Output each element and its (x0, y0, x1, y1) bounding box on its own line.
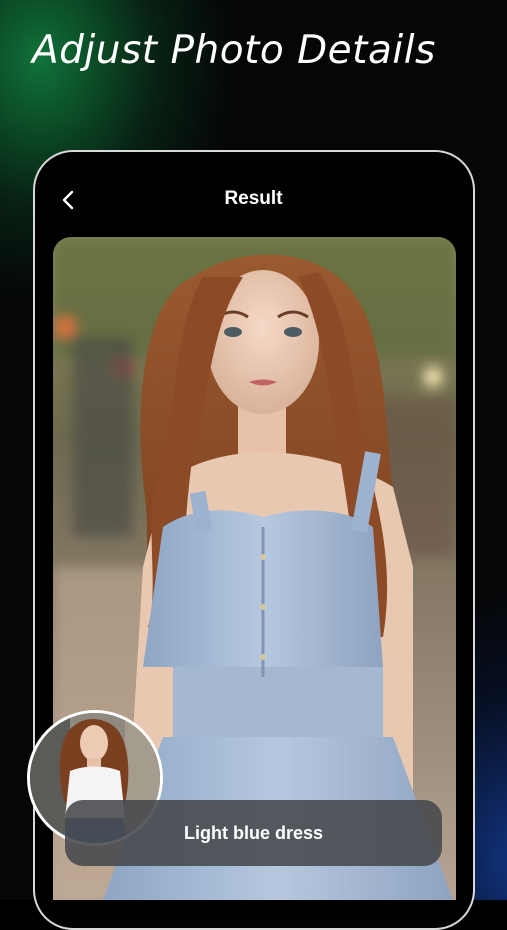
caption-pill[interactable]: Light blue dress (65, 800, 442, 866)
caption-text: Light blue dress (183, 822, 324, 843)
screen-title: Result (224, 188, 283, 209)
headline: Adjust Photo Details (32, 28, 436, 73)
